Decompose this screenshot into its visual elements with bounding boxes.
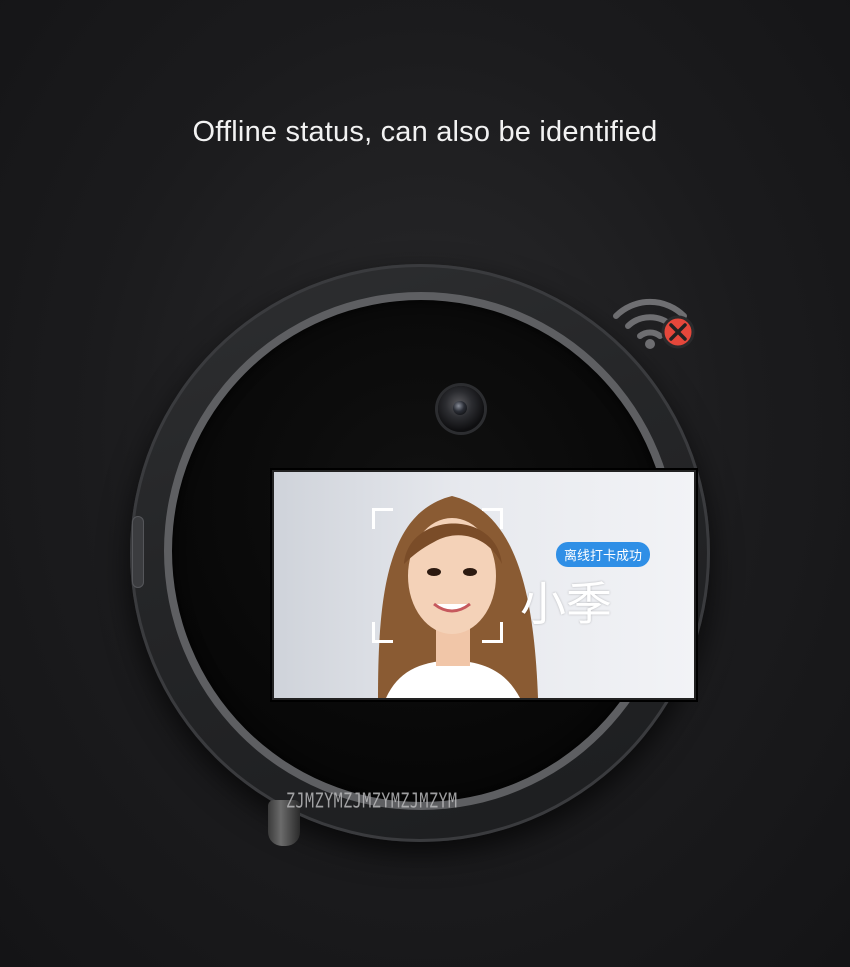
- device-face: 离线打卡成功 小季: [164, 292, 696, 810]
- side-button[interactable]: [132, 516, 144, 588]
- face-frame-corner: [372, 508, 393, 529]
- watermark: ZJMZYMZJMZYMZJMZYM: [286, 788, 458, 814]
- face-frame-corner: [482, 622, 503, 643]
- device-screen: 离线打卡成功 小季: [272, 470, 696, 700]
- camera-lens-icon: [438, 386, 484, 432]
- face-frame-corner: [482, 508, 503, 529]
- face-recognition-device: 离线打卡成功 小季: [118, 258, 718, 858]
- recognized-name: 小季: [520, 577, 612, 631]
- face-frame-corner: [372, 622, 393, 643]
- clock-in-success-badge: 离线打卡成功: [556, 542, 651, 567]
- device-outer-ring: 离线打卡成功 小季: [130, 264, 710, 842]
- headline: Offline status, can also be identified: [192, 116, 658, 148]
